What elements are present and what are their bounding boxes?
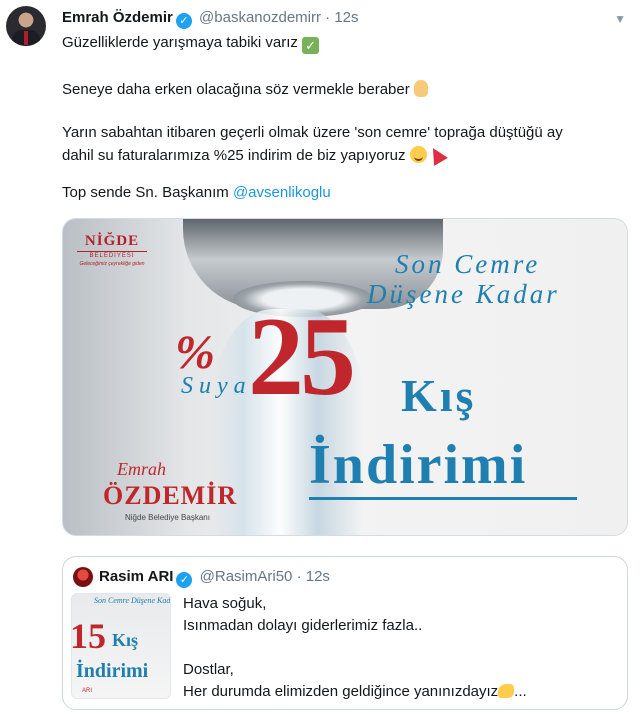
logo-subtitle: BELEDİYESİ <box>77 251 147 259</box>
quoted-tweet-header: Rasim ARI ✓ @RasimAri50 · 12s <box>99 568 330 588</box>
quoted-line-with-emoji: Her durumda elimizden geldiğince yanınız… <box>183 683 527 700</box>
tweet-timestamp[interactable]: 12s <box>334 9 358 26</box>
logo-tagline: Geleceğimiz çeyrekliğe giden <box>79 261 145 267</box>
quoted-line-suffix: ... <box>514 683 527 700</box>
verified-badge-icon: ✓ <box>176 572 193 588</box>
chevron-down-icon[interactable]: ▼ <box>614 12 626 26</box>
tweet-card[interactable]: Emrah Özdemir ✓ @baskanozdemirr · 12s ▼ G… <box>0 0 640 718</box>
logo-title: NİĞDE <box>84 233 140 249</box>
thumb-indirimi: İndirimi <box>76 660 149 682</box>
thumb-number: 15 <box>71 616 106 656</box>
tweet-line: Seneye daha erken olacağına söz vermekle… <box>62 81 410 98</box>
signature-last-name: ÖZDEMİR <box>103 481 238 510</box>
quoted-tweet[interactable]: Rasim ARI ✓ @RasimAri50 · 12s Son Cemre D… <box>62 556 628 710</box>
indirimi-underline <box>309 497 577 500</box>
thumb-slogan: Son Cemre Düşene Kadar <box>94 596 171 605</box>
tweet-line: Güzelliklerde yarışmaya tabiki varız <box>62 34 298 51</box>
tweet-text-line-3: Yarın sabahtan itibaren geçerli olmak üz… <box>62 124 563 141</box>
quoted-line: Her durumda elimizden geldiğince yanınız… <box>183 683 499 700</box>
signature-title: Niğde Belediye Başkanı <box>125 513 210 522</box>
thumb-kis: Kış <box>112 630 139 650</box>
discount-number: 25 <box>248 295 356 419</box>
quoted-line: Isınmadan dolayı giderlerimiz fazla.. <box>183 617 423 634</box>
avatar-tie <box>24 31 28 45</box>
suya-text: Suya <box>181 373 252 399</box>
raised-hand-emoji <box>413 80 428 97</box>
author-name[interactable]: Emrah Özdemir <box>62 9 173 26</box>
verified-badge-icon: ✓ <box>175 13 192 29</box>
party-popper-emoji <box>425 144 448 166</box>
tweet-media-image[interactable]: NİĞDE BELEDİYESİ Geleceğimiz çeyrekliğe … <box>62 218 628 536</box>
quoted-line: Hava soğuk, <box>183 595 267 612</box>
tweet-text-line-4: dahil su faturalarımıza %25 indirim de b… <box>62 144 448 166</box>
tweet-line: Yarın sabahtan itibaren geçerli olmak üz… <box>62 124 563 141</box>
tweet-header: Emrah Özdemir ✓ @baskanozdemirr · 12s <box>62 9 359 29</box>
thumb-signature: ARI <box>82 688 93 694</box>
author-handle[interactable]: @baskanozdemirr <box>199 9 321 26</box>
quoted-author-handle[interactable]: @RasimAri50 <box>200 568 293 585</box>
quoted-author-name[interactable]: Rasim ARI <box>99 568 173 585</box>
flexed-biceps-emoji <box>498 684 515 698</box>
quoted-tweet-timestamp[interactable]: 12s <box>306 568 330 585</box>
tweet-text-line-1: Güzelliklerde yarışmaya tabiki varız ✓ <box>62 34 320 54</box>
author-avatar[interactable] <box>6 6 46 46</box>
tweet-line: Top sende Sn. Başkanım <box>62 184 229 201</box>
tweet-line: dahil su faturalarımıza %25 indirim de b… <box>62 147 406 164</box>
separator-dot: · <box>325 9 331 26</box>
quoted-line: Dostlar, <box>183 661 234 678</box>
signature-first-name: Emrah <box>117 459 166 479</box>
check-mark-emoji: ✓ <box>302 37 320 54</box>
slogan-line-2: Düşene Kadar <box>367 279 560 309</box>
municipality-logo: NİĞDE BELEDİYESİ Geleceğimiz çeyrekliğe … <box>77 233 147 267</box>
tweet-text-line-5: Top sende Sn. Başkanım @avsenlikoglu <box>62 184 331 201</box>
tweet-text-line-2: Seneye daha erken olacağına söz vermekle… <box>62 80 428 98</box>
smiling-face-emoji <box>409 146 427 163</box>
kis-text: Kış <box>401 370 477 421</box>
mention-link[interactable]: @avsenlikoglu <box>233 184 331 201</box>
quoted-media-thumbnail[interactable]: Son Cemre Düşene Kadar 15 Kış İndirimi A… <box>71 593 171 699</box>
percent-sign: % <box>175 326 215 379</box>
quoted-author-avatar[interactable] <box>73 567 93 587</box>
indirimi-text: İndirimi <box>309 434 528 496</box>
separator-dot: · <box>296 568 302 585</box>
slogan-line-1: Son Cemre <box>395 249 541 279</box>
